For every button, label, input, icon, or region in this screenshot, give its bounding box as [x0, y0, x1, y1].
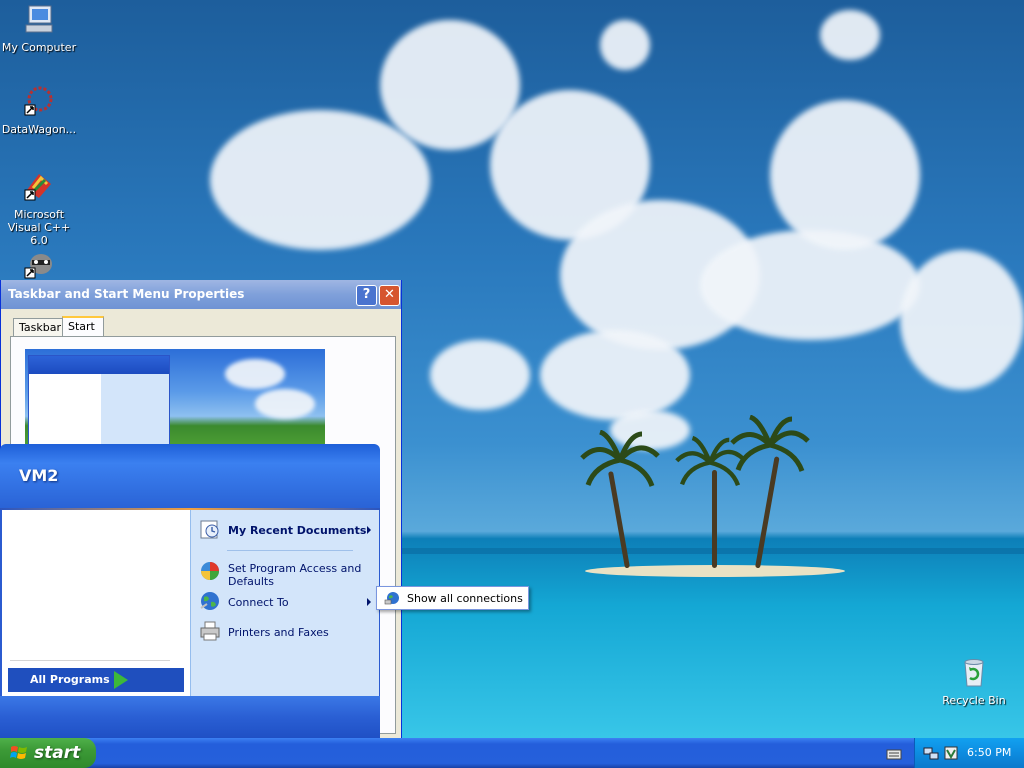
submenu-arrow-icon — [367, 526, 371, 534]
connect-to-globe-icon — [200, 592, 219, 610]
palm-tree-icon — [580, 430, 660, 487]
datawagon-shortcut-icon — [24, 86, 53, 116]
user-name: VM2 — [19, 466, 59, 485]
desktop-icon-datawagon[interactable]: DataWagon... — [0, 85, 79, 136]
clock[interactable]: 6:50 PM — [967, 746, 1011, 759]
all-programs-button[interactable]: All Programs — [8, 668, 184, 692]
separator — [10, 660, 170, 661]
window-titlebar[interactable]: Taskbar and Start Menu Properties ? ✕ — [1, 280, 401, 309]
all-programs-label: All Programs — [30, 673, 110, 686]
recent-documents-icon — [200, 520, 219, 539]
visual-cpp-shortcut-icon — [24, 174, 51, 201]
system-tray: 6:50 PM — [914, 738, 1024, 768]
pinned-programs-column: All Programs — [2, 510, 190, 696]
connect-to-submenu[interactable]: Show all connections — [376, 586, 529, 610]
vmware-tools-icon[interactable] — [943, 745, 959, 761]
network-connections-icon — [384, 592, 399, 605]
menu-item-my-recent-documents[interactable]: My Recent Documents — [199, 518, 375, 542]
desktop-icon-my-computer[interactable]: My Computer — [0, 3, 79, 54]
menu-item-printers-and-faxes[interactable]: Printers and Faxes — [199, 620, 375, 644]
my-computer-icon — [25, 5, 53, 33]
start-menu[interactable]: VM2 All Programs My Recent Documents Set… — [0, 444, 380, 738]
start-menu-user-header: VM2 — [0, 444, 380, 508]
start-menu-body: All Programs My Recent Documents Set Pro… — [0, 510, 380, 696]
desktop-icon-visual-cpp[interactable]: Microsoft Visual C++ 6.0 — [0, 170, 79, 247]
submenu-arrow-icon — [367, 598, 371, 606]
palm-tree-icon — [730, 415, 810, 472]
keyboard-icon[interactable] — [886, 746, 902, 762]
network-status-icon[interactable] — [923, 745, 939, 761]
window-title: Taskbar and Start Menu Properties — [8, 287, 245, 301]
tab-start-menu[interactable]: Start Menu — [62, 316, 105, 350]
desktop-icon-recycle-bin[interactable]: Recycle Bin — [934, 656, 1014, 707]
raccoon-shortcut-icon — [24, 254, 52, 279]
close-button[interactable]: ✕ — [379, 285, 400, 306]
printer-icon — [200, 621, 220, 641]
recycle-bin-icon — [964, 659, 984, 687]
program-access-icon — [201, 562, 219, 580]
menu-item-connect-to[interactable]: Connect To — [199, 590, 375, 614]
arrow-right-icon — [114, 671, 128, 689]
start-menu-preview-image — [25, 349, 325, 445]
start-button[interactable]: start — [0, 738, 96, 768]
windows-logo-icon — [10, 746, 27, 759]
tab-taskbar[interactable]: Taskbar — [13, 318, 67, 336]
places-column: My Recent Documents Set Program Access a… — [190, 510, 379, 696]
start-label: start — [34, 743, 81, 763]
menu-item-set-program-access[interactable]: Set Program Access and Defaults — [199, 556, 375, 588]
start-menu-footer — [0, 696, 380, 738]
taskbar: start 6:50 PM — [0, 738, 1024, 768]
help-button[interactable]: ? — [356, 285, 377, 306]
separator — [227, 550, 353, 551]
